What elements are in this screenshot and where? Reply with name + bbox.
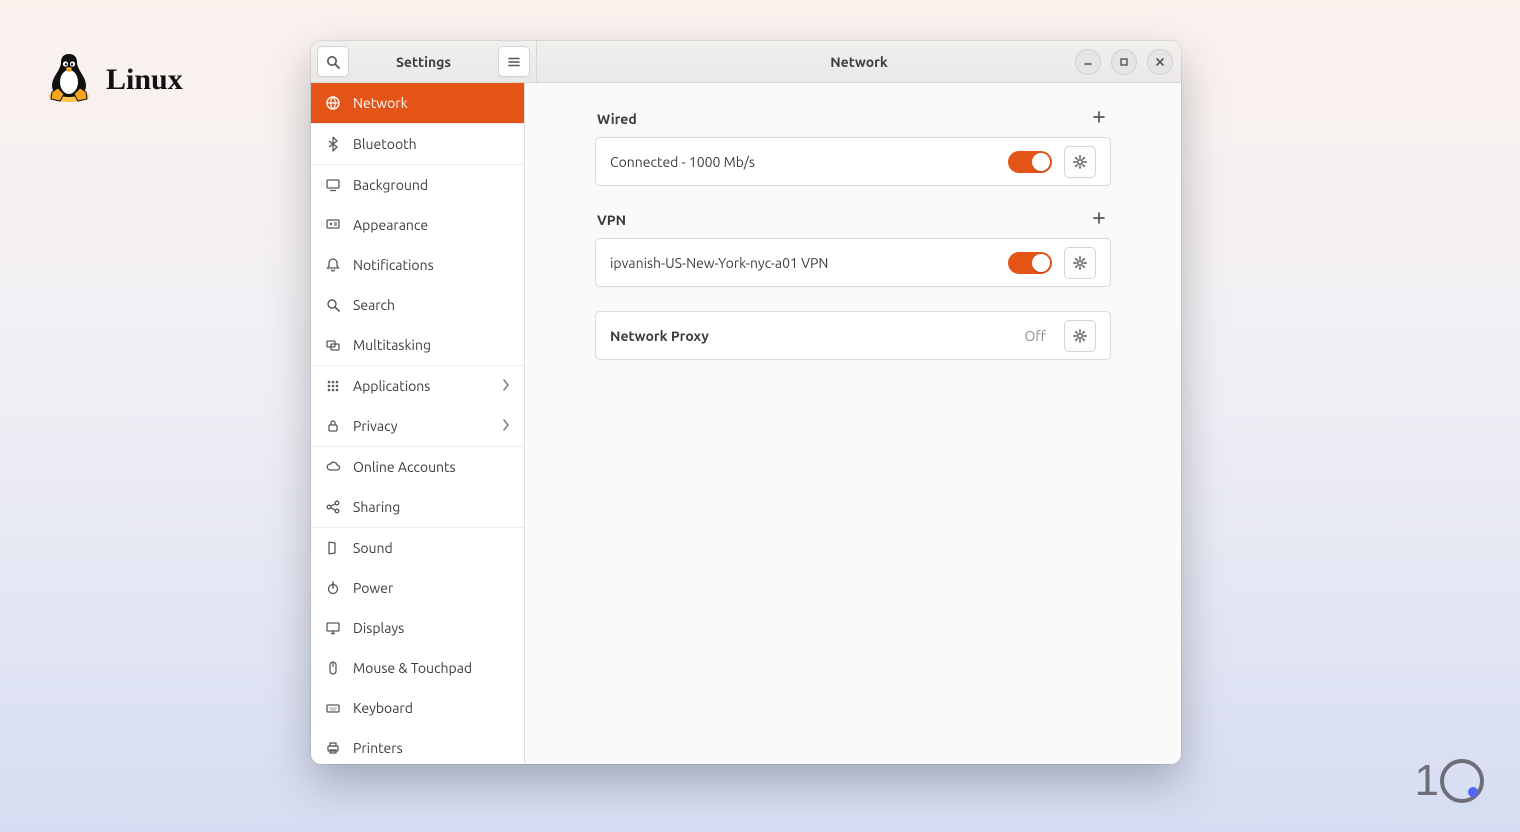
appearance-icon <box>325 217 341 233</box>
vpn-section: VPN ipvanish-US-New-York-nyc-a01 VPN <box>595 210 1111 287</box>
wired-connection-toggle[interactable] <box>1008 151 1052 173</box>
sidebar-item-notifications[interactable]: Notifications <box>311 245 524 285</box>
hamburger-icon <box>507 55 521 69</box>
os-brand-label: Linux <box>106 63 183 97</box>
sidebar-item-label: Appearance <box>353 217 428 233</box>
linux-penguin-icon <box>46 52 92 108</box>
vpn-connection-name: ipvanish-US-New-York-nyc-a01 VPN <box>610 255 996 271</box>
chevron-right-icon <box>502 378 510 394</box>
gear-icon <box>1072 328 1088 344</box>
gear-icon <box>1072 255 1088 271</box>
sidebar-item-label: Sharing <box>353 499 400 515</box>
add-vpn-button[interactable] <box>1089 210 1109 230</box>
sidebar-item-appearance[interactable]: Appearance <box>311 205 524 245</box>
page-title: Network <box>830 54 888 70</box>
sidebar-title: Settings <box>355 54 492 70</box>
sidebar-item-label: Notifications <box>353 257 434 273</box>
wired-connection-status: Connected - 1000 Mb/s <box>610 154 996 170</box>
network-proxy-settings-button[interactable] <box>1064 320 1096 352</box>
sidebar-item-label: Network <box>353 95 408 111</box>
search-icon <box>325 297 341 313</box>
sidebar-item-label: Multitasking <box>353 337 431 353</box>
sidebar-item-network[interactable]: Network <box>311 83 524 123</box>
sidebar-item-mouse-touchpad[interactable]: Mouse & Touchpad <box>311 648 524 688</box>
sidebar-item-sharing[interactable]: Sharing <box>311 487 524 527</box>
sidebar-item-background[interactable]: Background <box>311 164 524 205</box>
wired-connection-row[interactable]: Connected - 1000 Mb/s <box>596 138 1110 185</box>
settings-sidebar: Network Bluetooth Background <box>311 83 525 764</box>
sidebar-item-sound[interactable]: Sound <box>311 527 524 568</box>
gear-icon <box>1072 154 1088 170</box>
os-brand: Linux <box>46 52 183 108</box>
sidebar-item-label: Sound <box>353 540 393 556</box>
network-proxy-row[interactable]: Network Proxy Off <box>596 312 1110 359</box>
power-icon <box>325 580 341 596</box>
displays-icon <box>325 620 341 636</box>
bell-icon <box>325 257 341 273</box>
network-settings-content: Wired Connected - 1000 Mb/s <box>525 83 1181 764</box>
printer-icon <box>325 740 341 756</box>
sidebar-item-label: Mouse & Touchpad <box>353 660 472 676</box>
applications-icon <box>325 378 341 394</box>
sidebar-item-privacy[interactable]: Privacy <box>311 406 524 446</box>
globe-icon <box>325 95 341 111</box>
network-proxy-status: Off <box>1024 328 1046 344</box>
sidebar-item-keyboard[interactable]: Keyboard <box>311 688 524 728</box>
sidebar-item-label: Search <box>353 297 395 313</box>
sidebar-item-label: Displays <box>353 620 404 636</box>
network-proxy-label: Network Proxy <box>610 328 1012 344</box>
sidebar-item-label: Applications <box>353 378 430 394</box>
sidebar-item-search[interactable]: Search <box>311 285 524 325</box>
sound-icon <box>325 540 341 556</box>
sidebar-item-label: Keyboard <box>353 700 413 716</box>
maximize-icon <box>1119 57 1129 67</box>
cloud-icon <box>325 459 341 475</box>
vpn-connection-settings-button[interactable] <box>1064 247 1096 279</box>
mouse-icon <box>325 660 341 676</box>
lock-icon <box>325 418 341 434</box>
wired-section-title: Wired <box>597 111 637 127</box>
plus-icon <box>1092 211 1106 229</box>
sidebar-item-multitasking[interactable]: Multitasking <box>311 325 524 365</box>
sidebar-item-displays[interactable]: Displays <box>311 608 524 648</box>
search-button[interactable] <box>317 46 349 77</box>
wired-section: Wired Connected - 1000 Mb/s <box>595 109 1111 186</box>
vpn-section-title: VPN <box>597 212 626 228</box>
plus-icon <box>1092 110 1106 128</box>
sidebar-item-label: Privacy <box>353 418 397 434</box>
sidebar-item-printers[interactable]: Printers <box>311 728 524 764</box>
keyboard-icon <box>325 700 341 716</box>
wired-connection-settings-button[interactable] <box>1064 146 1096 178</box>
chevron-right-icon <box>502 418 510 434</box>
window-maximize-button[interactable] <box>1111 49 1137 75</box>
vpn-connection-toggle[interactable] <box>1008 252 1052 274</box>
vpn-connection-row[interactable]: ipvanish-US-New-York-nyc-a01 VPN <box>596 239 1110 286</box>
sidebar-item-label: Background <box>353 177 428 193</box>
footer-logo-10: 1 <box>1415 756 1484 806</box>
bluetooth-icon <box>325 136 341 152</box>
sidebar-item-bluetooth[interactable]: Bluetooth <box>311 123 524 164</box>
share-icon <box>325 499 341 515</box>
window-minimize-button[interactable] <box>1075 49 1101 75</box>
sidebar-item-online-accounts[interactable]: Online Accounts <box>311 446 524 487</box>
sidebar-item-applications[interactable]: Applications <box>311 365 524 406</box>
search-icon <box>326 55 340 69</box>
sidebar-item-label: Bluetooth <box>353 136 417 152</box>
settings-window: Settings Network <box>311 41 1181 764</box>
proxy-section: Network Proxy Off <box>595 311 1111 360</box>
close-icon <box>1155 57 1165 67</box>
sidebar-item-label: Power <box>353 580 393 596</box>
multitasking-icon <box>325 337 341 353</box>
display-icon <box>325 177 341 193</box>
minimize-icon <box>1083 57 1093 67</box>
hamburger-menu-button[interactable] <box>498 46 530 77</box>
sidebar-item-label: Printers <box>353 740 403 756</box>
sidebar-item-label: Online Accounts <box>353 459 456 475</box>
sidebar-item-power[interactable]: Power <box>311 568 524 608</box>
window-close-button[interactable] <box>1147 49 1173 75</box>
add-wired-connection-button[interactable] <box>1089 109 1109 129</box>
